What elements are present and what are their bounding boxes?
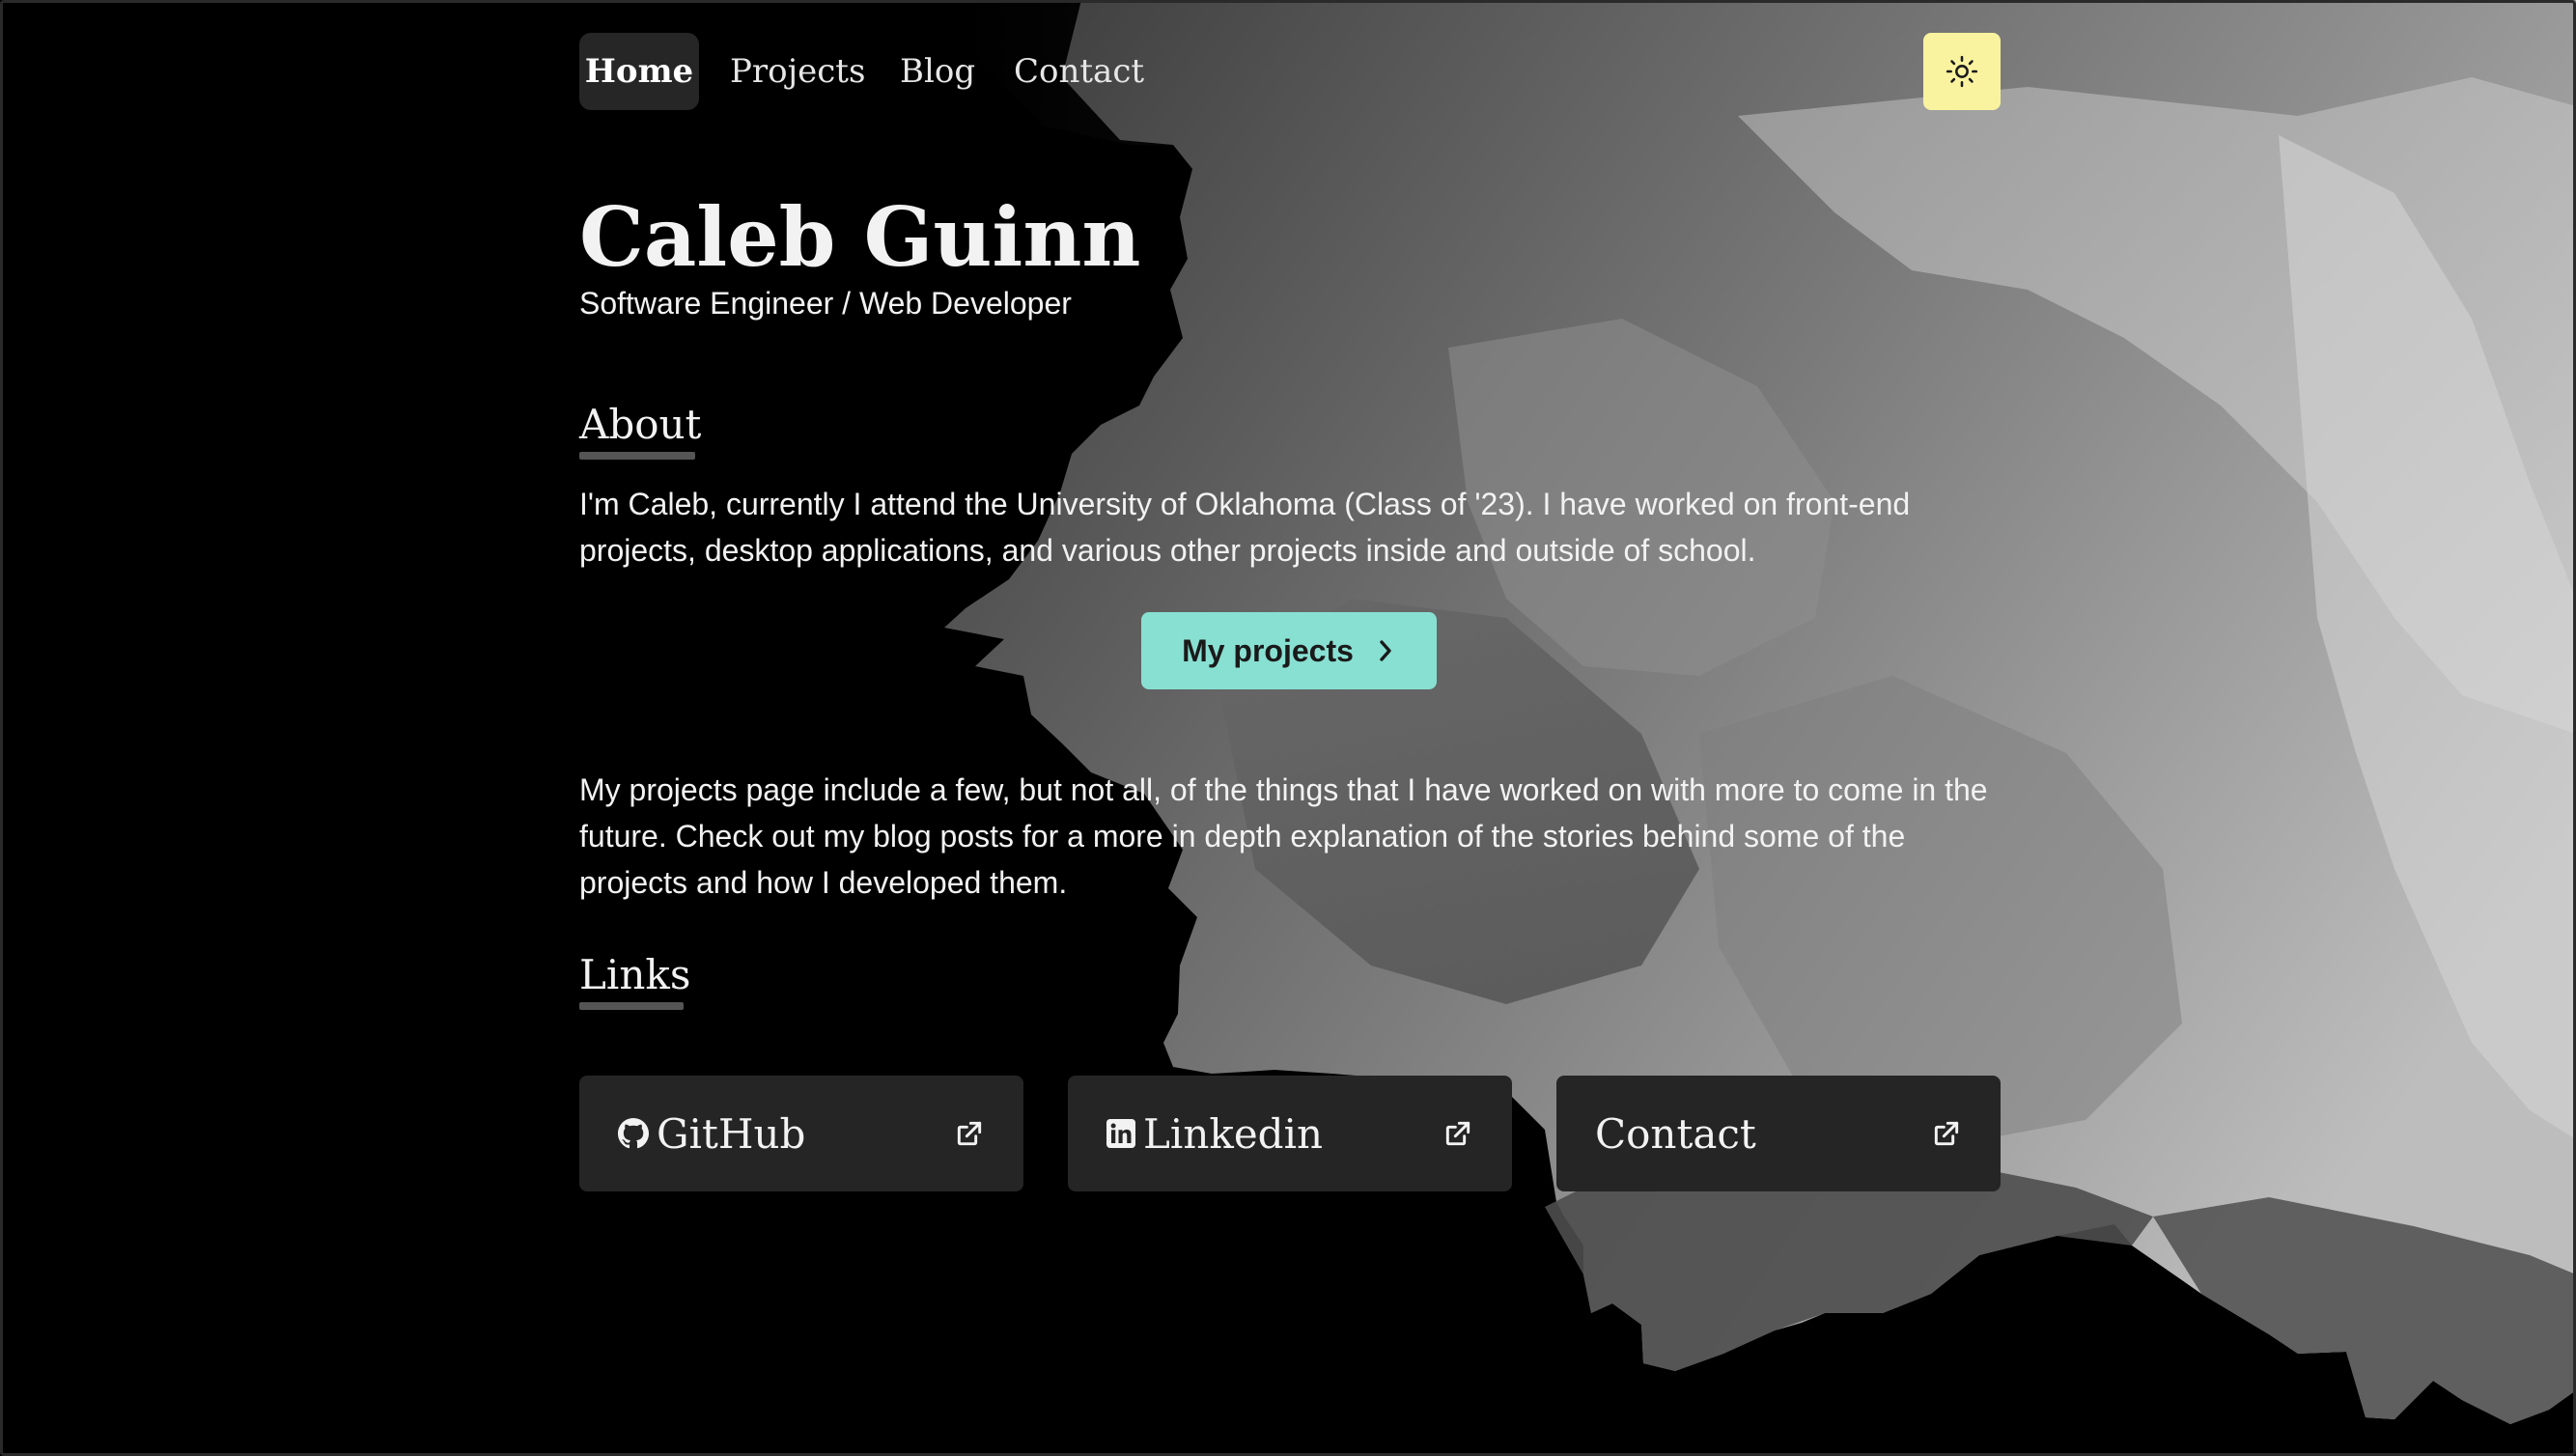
page-title: Caleb Guinn bbox=[579, 189, 1141, 285]
contact-card-label: Contact bbox=[1595, 1109, 1756, 1158]
sun-icon bbox=[1946, 55, 1978, 88]
top-nav: Home Projects Blog Contact bbox=[579, 33, 2001, 110]
github-icon bbox=[618, 1118, 649, 1149]
linkedin-icon bbox=[1106, 1119, 1135, 1148]
linkedin-card-label: Linkedin bbox=[1143, 1109, 1324, 1158]
github-link-card[interactable]: GitHub bbox=[579, 1076, 1023, 1191]
external-link-icon bbox=[957, 1121, 982, 1146]
my-projects-button[interactable]: My projects bbox=[1141, 612, 1437, 689]
linkedin-card-label-group: Linkedin bbox=[1106, 1076, 1323, 1191]
theme-toggle-button[interactable] bbox=[1923, 33, 2001, 110]
nav-home-link[interactable]: Home bbox=[579, 33, 699, 110]
contact-link-card[interactable]: Contact bbox=[1556, 1076, 2001, 1191]
external-link-icon bbox=[1934, 1121, 1959, 1146]
github-card-label: GitHub bbox=[657, 1109, 806, 1158]
external-link-icon bbox=[1445, 1121, 1470, 1146]
chevron-right-icon bbox=[1380, 640, 1391, 661]
linkedin-link-card[interactable]: Linkedin bbox=[1068, 1076, 1512, 1191]
page-subtitle: Software Engineer / Web Developer bbox=[579, 286, 1072, 321]
links-heading: Links bbox=[579, 951, 691, 998]
about-paragraph: I'm Caleb, currently I attend the Univer… bbox=[579, 487, 1911, 568]
about-heading: About bbox=[579, 401, 702, 448]
page: Home Projects Blog Contact Caleb Guinn S… bbox=[0, 0, 2576, 1456]
github-card-label-group: GitHub bbox=[618, 1076, 805, 1191]
nav-contact-link[interactable]: Contact bbox=[1014, 33, 1144, 110]
nav-blog-link[interactable]: Blog bbox=[900, 33, 975, 110]
contact-card-label-group: Contact bbox=[1595, 1076, 1756, 1191]
links-heading-underline bbox=[579, 1002, 684, 1010]
projects-description-paragraph: My projects page include a few, but not … bbox=[579, 772, 1988, 900]
nav-projects-link[interactable]: Projects bbox=[730, 33, 865, 110]
about-heading-underline bbox=[579, 452, 695, 460]
my-projects-button-label: My projects bbox=[1182, 632, 1354, 668]
background-art bbox=[944, 0, 2576, 1424]
